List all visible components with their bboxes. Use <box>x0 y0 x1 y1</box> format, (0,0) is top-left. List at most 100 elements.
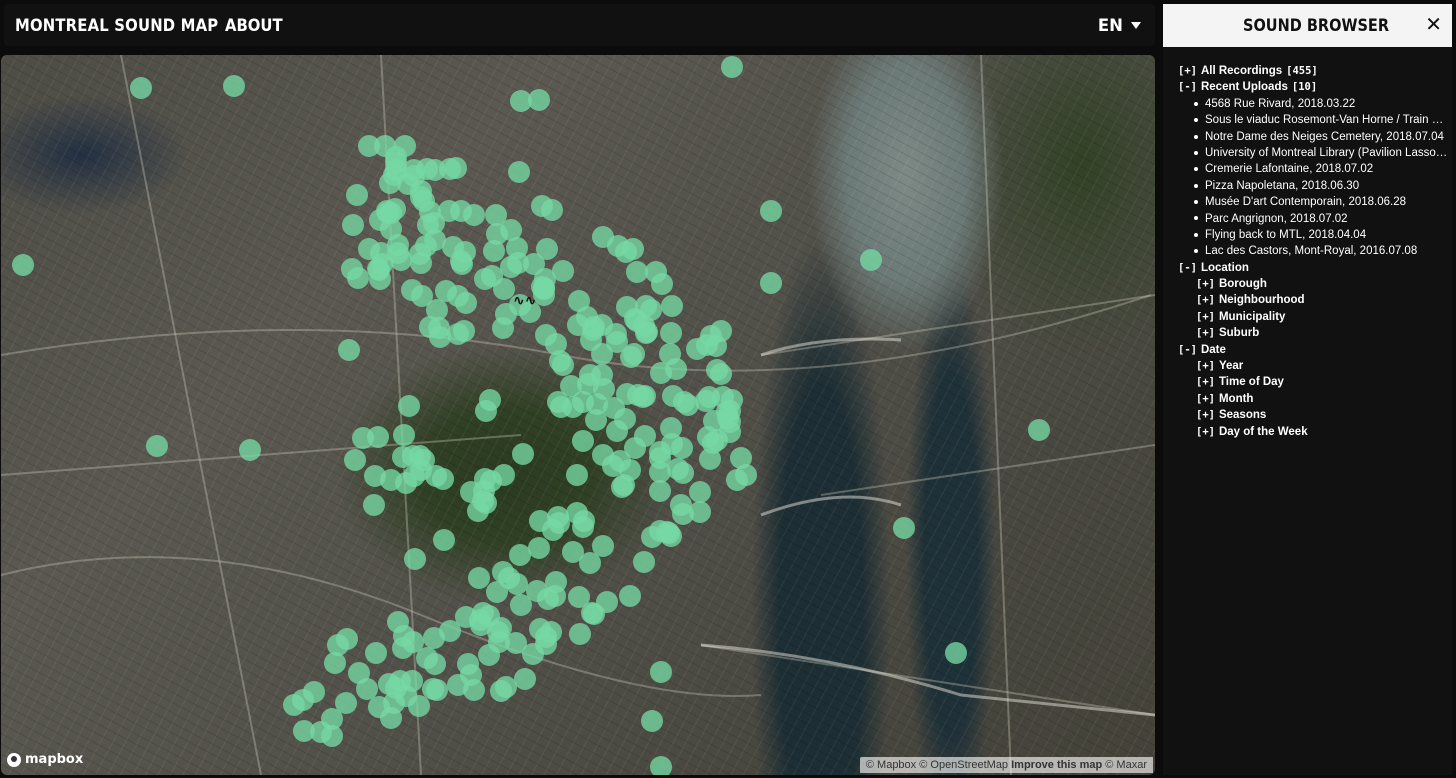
sound-marker[interactable] <box>487 630 510 653</box>
sound-marker[interactable] <box>292 720 315 743</box>
expand-toggle[interactable]: [+] <box>1196 360 1215 372</box>
tree-node-label[interactable]: Suburb <box>1219 327 1259 339</box>
tree-node-all-recordings[interactable]: [+] All Recordings [455] <box>1178 63 1448 79</box>
sound-marker[interactable] <box>505 236 528 259</box>
mapbox-logo[interactable]: mapbox <box>7 752 83 767</box>
about-link[interactable]: ABOUT <box>225 16 283 35</box>
expand-toggle[interactable]: [+] <box>1196 327 1215 339</box>
sound-marker[interactable] <box>12 254 34 276</box>
attribution-maxar[interactable]: © Maxar <box>1105 759 1147 771</box>
sound-marker[interactable] <box>622 342 645 365</box>
sound-marker[interactable] <box>689 500 712 523</box>
collapse-toggle[interactable]: [-] <box>1178 81 1197 93</box>
sound-marker[interactable] <box>571 429 594 452</box>
sound-marker[interactable] <box>521 642 544 665</box>
sound-marker[interactable] <box>703 409 726 432</box>
recent-upload-item[interactable]: Musée D'art Contemporain, 2018.06.28 <box>1178 194 1448 210</box>
sound-marker[interactable] <box>697 385 720 408</box>
sound-marker[interactable] <box>649 479 671 502</box>
sound-marker[interactable] <box>945 642 967 664</box>
tree-node-label[interactable]: Recent Uploads <box>1201 81 1288 93</box>
sound-marker[interactable] <box>362 494 385 517</box>
sound-marker[interactable] <box>401 444 424 467</box>
sound-marker[interactable] <box>364 641 387 664</box>
tree-node-time-of-day[interactable]: [+] Time of Day <box>1178 374 1448 390</box>
sound-marker[interactable] <box>441 236 464 259</box>
tree-node-seasons[interactable]: [+] Seasons <box>1178 407 1448 423</box>
sound-marker[interactable] <box>223 75 245 97</box>
sound-marker[interactable] <box>423 626 446 649</box>
sound-marker[interactable] <box>641 710 663 732</box>
sound-marker[interactable] <box>383 691 406 714</box>
sound-marker[interactable] <box>571 516 594 539</box>
sound-marker[interactable] <box>1028 419 1050 441</box>
sound-marker[interactable] <box>725 469 748 492</box>
sound-marker[interactable] <box>698 448 721 471</box>
sound-marker[interactable] <box>561 541 584 564</box>
sound-marker[interactable] <box>474 267 497 290</box>
tree-node-borough[interactable]: [+] Borough <box>1178 276 1448 292</box>
recent-upload-item[interactable]: Parc Angrignon, 2018.07.02 <box>1178 211 1448 227</box>
sound-marker[interactable] <box>375 200 398 222</box>
sound-marker[interactable] <box>302 681 325 704</box>
sound-marker[interactable] <box>343 448 366 471</box>
language-selector[interactable]: EN <box>1098 16 1141 35</box>
sound-marker[interactable] <box>650 661 672 683</box>
sound-marker[interactable] <box>338 339 360 361</box>
sound-marker[interactable] <box>565 463 588 486</box>
sound-marker[interactable] <box>721 56 743 78</box>
sound-marker[interactable] <box>760 272 782 294</box>
collapse-toggle[interactable]: [-] <box>1178 262 1197 274</box>
sound-marker[interactable] <box>334 692 357 715</box>
recent-upload-item[interactable]: University of Montreal Library (Pavilion… <box>1178 145 1448 161</box>
sound-marker[interactable] <box>410 251 433 274</box>
tree-node-label[interactable]: Time of Day <box>1219 376 1284 388</box>
recent-upload-label[interactable]: Musée D'art Contemporain, 2018.06.28 <box>1205 196 1406 208</box>
sound-marker[interactable] <box>661 294 684 317</box>
sound-marker[interactable] <box>392 423 415 446</box>
attribution-osm[interactable]: © OpenStreetMap <box>919 759 1008 771</box>
sound-marker[interactable] <box>688 480 711 503</box>
sound-marker[interactable] <box>551 260 574 283</box>
tree-node-label[interactable]: Location <box>1201 262 1249 274</box>
sound-marker[interactable] <box>394 134 417 157</box>
tree-node-suburb[interactable]: [+] Suburb <box>1178 325 1448 341</box>
sound-marker[interactable] <box>320 724 343 747</box>
improve-map-link[interactable]: Improve this map <box>1011 759 1102 771</box>
recent-upload-label[interactable]: Sous le viaduc Rosemont-Van Horne / Trai… <box>1205 114 1448 126</box>
tree-node-year[interactable]: [+] Year <box>1178 358 1448 374</box>
sound-marker[interactable] <box>614 407 637 430</box>
sound-marker[interactable] <box>614 240 637 263</box>
sound-marker[interactable] <box>626 383 649 406</box>
expand-toggle[interactable]: [+] <box>1196 409 1215 421</box>
sound-marker[interactable] <box>543 584 566 607</box>
sound-marker[interactable] <box>625 261 648 284</box>
sound-marker[interactable] <box>650 756 672 775</box>
sound-marker[interactable] <box>624 436 647 459</box>
expand-toggle[interactable]: [+] <box>1196 311 1215 323</box>
sound-marker[interactable] <box>452 319 475 342</box>
recent-upload-item[interactable]: Notre Dame des Neiges Cemetery, 2018.07.… <box>1178 129 1448 145</box>
expand-toggle[interactable]: [+] <box>1196 426 1215 438</box>
sound-marker[interactable] <box>477 604 500 627</box>
sound-marker[interactable] <box>432 528 455 551</box>
recent-upload-item[interactable]: Flying back to MTL, 2018.04.04 <box>1178 227 1448 243</box>
sound-marker[interactable] <box>760 200 782 222</box>
recent-upload-label[interactable]: University of Montreal Library (Pavilion… <box>1205 147 1448 159</box>
sound-marker[interactable] <box>893 517 915 539</box>
sound-marker[interactable] <box>710 320 733 342</box>
recent-upload-label[interactable]: 4568 Rue Rivard, 2018.03.22 <box>1205 98 1355 110</box>
recent-upload-label[interactable]: Parc Angrignon, 2018.07.02 <box>1205 213 1348 225</box>
close-icon[interactable]: ✕ <box>1425 12 1442 36</box>
expand-toggle[interactable]: [+] <box>1196 393 1215 405</box>
sound-marker[interactable] <box>357 135 380 158</box>
recent-upload-label[interactable]: Flying back to MTL, 2018.04.04 <box>1205 229 1366 241</box>
sound-marker[interactable] <box>283 694 305 717</box>
recent-upload-label[interactable]: Lac des Castors, Mont-Royal, 2016.07.08 <box>1205 245 1417 257</box>
sound-marker[interactable] <box>403 547 426 570</box>
recent-upload-label[interactable]: Notre Dame des Neiges Cemetery, 2018.07.… <box>1205 131 1444 143</box>
satellite-map[interactable]: ∿∿ mapbox © Mapbox © OpenStreetMap Impro… <box>1 55 1155 775</box>
sound-marker[interactable] <box>618 585 641 608</box>
sound-marker[interactable] <box>612 473 635 496</box>
tree-node-label[interactable]: Year <box>1219 360 1243 372</box>
